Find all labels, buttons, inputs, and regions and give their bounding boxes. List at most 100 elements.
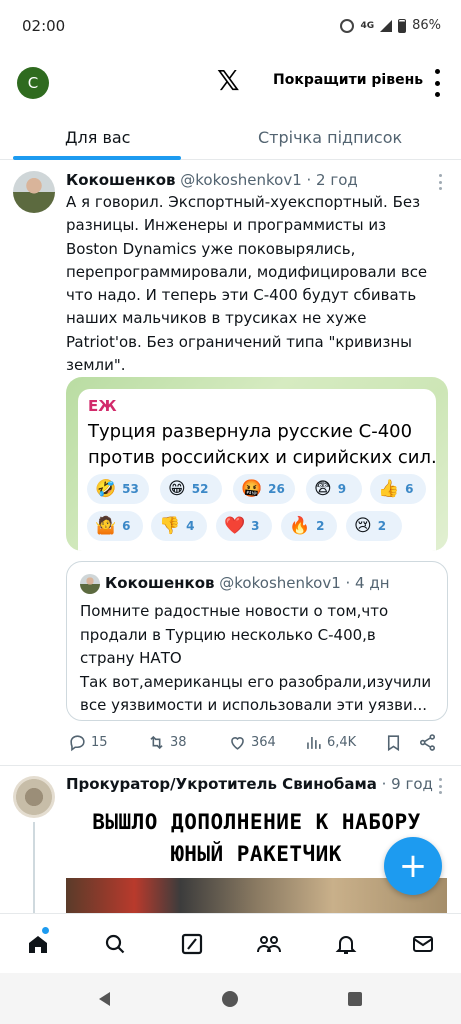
quoted-post[interactable]: Кокошенков @kokoshenkov1 · 4 дн Помните … bbox=[66, 561, 448, 721]
repost-count: 38 bbox=[170, 735, 187, 750]
nav-grok[interactable] bbox=[178, 930, 206, 958]
nav-search[interactable] bbox=[101, 930, 129, 958]
reply-button[interactable]: 15 bbox=[68, 733, 108, 752]
text-line: продали в Турцию несколько С-400,в bbox=[80, 625, 376, 644]
reaction-emoji: 😨 bbox=[314, 478, 332, 499]
reaction-chip: 😁 52 bbox=[160, 474, 222, 504]
author-avatar[interactable] bbox=[13, 171, 55, 213]
reaction-emoji: 😁 bbox=[168, 478, 186, 499]
text-line: все уязвимости и использовали эти уязви.… bbox=[80, 696, 428, 714]
bookmark-icon bbox=[387, 735, 400, 752]
reaction-chip: 🤣 53 bbox=[87, 474, 149, 504]
bottom-nav bbox=[0, 913, 461, 973]
heart-icon bbox=[231, 737, 244, 750]
thread-line bbox=[33, 822, 35, 917]
communities-icon bbox=[257, 936, 281, 953]
reaction-chip: 👎 4 bbox=[151, 511, 207, 541]
text-line: Так вот,американцы его разобрали,изучили bbox=[80, 672, 432, 691]
reply-count: 15 bbox=[91, 735, 108, 750]
post[interactable]: Кокошенков @kokoshenkov1 · 2 год А я гов… bbox=[0, 0, 461, 765]
author-avatar[interactable] bbox=[13, 776, 55, 818]
share-icon bbox=[419, 734, 436, 751]
home-circle-icon[interactable] bbox=[221, 990, 239, 1008]
post-more-icon[interactable] bbox=[433, 778, 447, 794]
reaction-emoji: 😢 bbox=[354, 515, 372, 536]
post-header: Прокуратор/Укротитель Свинобама · 9 год bbox=[66, 775, 433, 793]
quoted-author-avatar bbox=[80, 574, 100, 594]
nav-communities[interactable] bbox=[255, 930, 283, 958]
reaction-count: 3 bbox=[251, 519, 260, 533]
post-header: Кокошенков @kokoshenkov1 · 2 год bbox=[66, 171, 358, 189]
nav-messages[interactable] bbox=[409, 930, 437, 958]
author-name[interactable]: Кокошенков bbox=[66, 171, 176, 189]
quoted-author-handle: @kokoshenkov1 bbox=[219, 574, 341, 592]
author-name[interactable]: Прокуратор/Укротитель Свинобама bbox=[66, 775, 377, 793]
post-divider bbox=[0, 765, 461, 766]
bookmark-button[interactable] bbox=[384, 733, 403, 752]
nav-notifications[interactable] bbox=[332, 930, 360, 958]
post-time: · 9 год bbox=[376, 775, 433, 793]
quoted-author-name: Кокошенков bbox=[105, 574, 215, 592]
headline-line: Турция развернула русские С-400 bbox=[88, 421, 413, 442]
reaction-chip: 🤷 6 bbox=[87, 511, 143, 541]
reaction-chip: ❤️ 3 bbox=[216, 511, 272, 541]
share-button[interactable] bbox=[418, 733, 437, 752]
back-icon[interactable] bbox=[96, 990, 114, 1008]
headline-line: против российских и сирийских сил. bbox=[88, 447, 437, 468]
reaction-chip: 😢 2 bbox=[346, 511, 402, 541]
author-handle[interactable]: @kokoshenkov1 bbox=[180, 171, 301, 189]
quoted-post-time: · 4 дн bbox=[340, 574, 390, 592]
text-line: Помните радостные новости о том,что bbox=[80, 602, 389, 620]
grok-icon bbox=[181, 933, 203, 955]
views-count: 6,4K bbox=[327, 735, 357, 750]
unread-dot bbox=[42, 927, 49, 934]
reaction-emoji: 👍 bbox=[378, 478, 400, 499]
reaction-count: 4 bbox=[186, 519, 195, 533]
quoted-post-text: Помните радостные новости о том,что прод… bbox=[80, 600, 440, 718]
reaction-emoji: 🤣 bbox=[95, 478, 117, 499]
text-line: А я говорил. Экспортный-хуекспортный. Бе… bbox=[66, 193, 421, 211]
channel-name: ЕЖ bbox=[88, 397, 117, 415]
recents-icon[interactable] bbox=[347, 990, 363, 1008]
compose-button[interactable]: + bbox=[384, 837, 442, 895]
reaction-count: 6 bbox=[405, 482, 414, 496]
quoted-post-header: Кокошенков @kokoshenkov1 · 4 дн bbox=[105, 574, 390, 592]
post-text: А я говорил. Экспортный-хуекспортный. Бе… bbox=[66, 191, 451, 377]
text-line: перепрограммировали, модифицировали все bbox=[66, 262, 428, 281]
reaction-chip: 👍 6 bbox=[370, 474, 426, 504]
reaction-count: 53 bbox=[122, 482, 139, 496]
post-actions: 15 38 364 6,4K bbox=[66, 733, 446, 757]
reaction-emoji: 🤬 bbox=[241, 478, 263, 499]
home-icon bbox=[29, 936, 47, 953]
views-icon bbox=[307, 736, 321, 749]
text-line: Patriot'ов. Без ограничений типа "кривиз… bbox=[66, 332, 412, 351]
reaction-chip: 🔥 2 bbox=[281, 511, 337, 541]
repost-button[interactable]: 38 bbox=[147, 733, 187, 752]
post-more-icon[interactable] bbox=[433, 174, 447, 190]
post-time: · 2 год bbox=[301, 171, 358, 189]
reaction-count: 52 bbox=[191, 482, 209, 496]
text-line: что надо. И теперь эти С-400 будут сбива… bbox=[66, 286, 417, 305]
reply-icon bbox=[70, 735, 85, 752]
like-button[interactable]: 364 bbox=[228, 733, 276, 752]
views-button[interactable]: 6,4K bbox=[304, 733, 356, 752]
reaction-count: 6 bbox=[122, 519, 131, 533]
reaction-count: 2 bbox=[316, 519, 325, 533]
system-nav-bar bbox=[0, 973, 461, 1024]
telegram-message: ЕЖ Турция развернула русские С-400 проти… bbox=[78, 389, 437, 551]
text-line: разницы. Инженеры и программисты из bbox=[66, 216, 387, 235]
search-icon bbox=[105, 934, 125, 954]
reaction-count: 9 bbox=[337, 482, 347, 496]
reaction-chip: 😨 9 bbox=[306, 474, 362, 504]
reaction-emoji: 🤷 bbox=[95, 515, 117, 536]
messages-icon bbox=[413, 936, 433, 952]
reaction-emoji: ❤️ bbox=[224, 515, 246, 536]
reaction-emoji: 🔥 bbox=[289, 515, 311, 536]
nav-home[interactable] bbox=[24, 930, 52, 958]
notifications-icon bbox=[335, 936, 357, 954]
reaction-emoji: 👎 bbox=[159, 515, 181, 536]
message-headline: Турция развернула русские С-400 против р… bbox=[88, 419, 437, 471]
image-caption-line: ВЫШЛО ДОПОЛНЕНИЕ К НАБОРУ bbox=[92, 810, 421, 834]
post-image[interactable]: ЕЖ Турция развернула русские С-400 проти… bbox=[66, 377, 448, 551]
reaction-count: 2 bbox=[377, 519, 387, 533]
